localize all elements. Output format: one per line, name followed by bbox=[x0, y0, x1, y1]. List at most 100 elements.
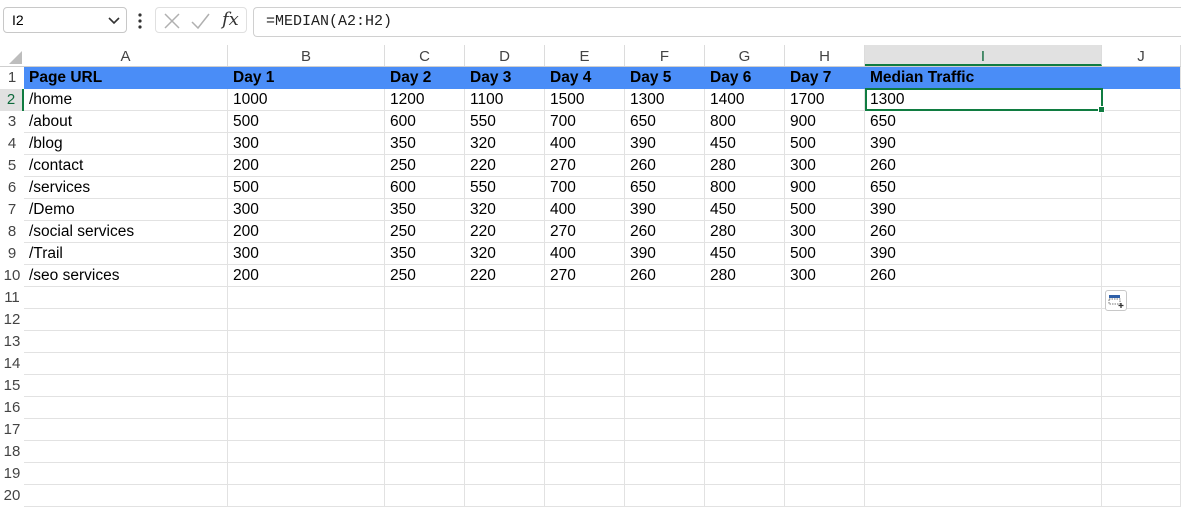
cell[interactable] bbox=[705, 463, 785, 485]
cell[interactable] bbox=[385, 353, 465, 375]
column-header-i[interactable]: I bbox=[865, 45, 1102, 66]
cell[interactable] bbox=[24, 287, 228, 309]
cell[interactable]: 900 bbox=[785, 111, 865, 133]
cell[interactable]: 320 bbox=[465, 199, 545, 221]
cell[interactable] bbox=[785, 287, 865, 309]
cell[interactable] bbox=[228, 441, 385, 463]
cell[interactable] bbox=[228, 287, 385, 309]
cell[interactable]: 650 bbox=[865, 111, 1102, 133]
cell[interactable]: 300 bbox=[228, 199, 385, 221]
cell[interactable]: 390 bbox=[865, 199, 1102, 221]
cell[interactable]: /Demo bbox=[24, 199, 228, 221]
cell[interactable]: 260 bbox=[865, 221, 1102, 243]
cell[interactable] bbox=[385, 419, 465, 441]
cell[interactable] bbox=[545, 441, 625, 463]
cell[interactable]: 650 bbox=[625, 177, 705, 199]
cell[interactable]: 800 bbox=[705, 111, 785, 133]
header-cell[interactable]: Day 1 bbox=[228, 67, 385, 89]
cell[interactable] bbox=[1102, 199, 1181, 221]
column-header-h[interactable]: H bbox=[785, 45, 865, 66]
header-cell[interactable]: Day 4 bbox=[545, 67, 625, 89]
cell[interactable]: 300 bbox=[785, 221, 865, 243]
insert-function-icon[interactable]: fx bbox=[222, 9, 239, 30]
cell[interactable] bbox=[385, 287, 465, 309]
cell[interactable]: 220 bbox=[465, 221, 545, 243]
select-all-corner[interactable] bbox=[0, 45, 24, 66]
row-header-14[interactable]: 14 bbox=[0, 353, 24, 375]
row-header-3[interactable]: 3 bbox=[0, 111, 24, 133]
cell[interactable]: 260 bbox=[625, 155, 705, 177]
cell[interactable]: 270 bbox=[545, 155, 625, 177]
cell[interactable] bbox=[865, 287, 1102, 309]
cell[interactable]: 350 bbox=[385, 243, 465, 265]
cell[interactable] bbox=[1102, 485, 1181, 507]
row-header-2[interactable]: 2 bbox=[0, 89, 24, 111]
cell[interactable]: 1500 bbox=[545, 89, 625, 111]
cell[interactable]: 270 bbox=[545, 265, 625, 287]
row-header-12[interactable]: 12 bbox=[0, 309, 24, 331]
cell[interactable] bbox=[545, 419, 625, 441]
name-box[interactable]: I2 bbox=[3, 7, 127, 33]
cell[interactable]: 200 bbox=[228, 265, 385, 287]
cell[interactable]: 600 bbox=[385, 177, 465, 199]
cell[interactable] bbox=[24, 331, 228, 353]
cell[interactable] bbox=[785, 353, 865, 375]
cell[interactable]: 500 bbox=[785, 133, 865, 155]
cell[interactable] bbox=[705, 441, 785, 463]
cell[interactable] bbox=[1102, 133, 1181, 155]
cell[interactable]: 300 bbox=[228, 243, 385, 265]
quick-analysis-icon[interactable] bbox=[1105, 290, 1127, 311]
cell[interactable]: /about bbox=[24, 111, 228, 133]
cell[interactable] bbox=[625, 485, 705, 507]
cell[interactable] bbox=[545, 485, 625, 507]
cell[interactable] bbox=[465, 375, 545, 397]
cell[interactable] bbox=[228, 375, 385, 397]
cell[interactable] bbox=[785, 485, 865, 507]
row-header-9[interactable]: 9 bbox=[0, 243, 24, 265]
cell[interactable] bbox=[1102, 353, 1181, 375]
cell[interactable]: 450 bbox=[705, 199, 785, 221]
cell[interactable] bbox=[1102, 111, 1181, 133]
cell[interactable]: 200 bbox=[228, 155, 385, 177]
cell[interactable] bbox=[24, 375, 228, 397]
cell[interactable]: 300 bbox=[228, 133, 385, 155]
cell[interactable]: 1000 bbox=[228, 89, 385, 111]
cell[interactable]: 390 bbox=[625, 199, 705, 221]
cell[interactable]: 1300 bbox=[625, 89, 705, 111]
cell[interactable]: 350 bbox=[385, 133, 465, 155]
enter-check-icon[interactable] bbox=[190, 11, 210, 31]
cell[interactable]: 600 bbox=[385, 111, 465, 133]
column-header-b[interactable]: B bbox=[228, 45, 385, 66]
row-header-16[interactable]: 16 bbox=[0, 397, 24, 419]
cell[interactable]: 390 bbox=[865, 243, 1102, 265]
cell[interactable] bbox=[705, 353, 785, 375]
cell[interactable] bbox=[785, 309, 865, 331]
cell[interactable] bbox=[545, 375, 625, 397]
cell[interactable]: 260 bbox=[865, 155, 1102, 177]
cell[interactable] bbox=[24, 463, 228, 485]
cell[interactable] bbox=[385, 331, 465, 353]
row-header-13[interactable]: 13 bbox=[0, 331, 24, 353]
cell[interactable] bbox=[705, 419, 785, 441]
cell[interactable] bbox=[625, 287, 705, 309]
cell[interactable] bbox=[228, 485, 385, 507]
cell[interactable] bbox=[465, 419, 545, 441]
cell[interactable]: 280 bbox=[705, 221, 785, 243]
cell[interactable] bbox=[785, 463, 865, 485]
cell[interactable]: 300 bbox=[785, 265, 865, 287]
row-header-7[interactable]: 7 bbox=[0, 199, 24, 221]
cell[interactable] bbox=[865, 463, 1102, 485]
cell[interactable]: /home bbox=[24, 89, 228, 111]
cell[interactable] bbox=[465, 485, 545, 507]
row-header-17[interactable]: 17 bbox=[0, 419, 24, 441]
cell[interactable] bbox=[465, 463, 545, 485]
cell[interactable]: 400 bbox=[545, 243, 625, 265]
cell[interactable]: 1200 bbox=[385, 89, 465, 111]
header-cell[interactable]: Day 7 bbox=[785, 67, 865, 89]
column-header-g[interactable]: G bbox=[705, 45, 785, 66]
cell[interactable] bbox=[865, 375, 1102, 397]
cell[interactable] bbox=[24, 397, 228, 419]
column-header-c[interactable]: C bbox=[385, 45, 465, 66]
row-header-6[interactable]: 6 bbox=[0, 177, 24, 199]
cell[interactable] bbox=[785, 375, 865, 397]
